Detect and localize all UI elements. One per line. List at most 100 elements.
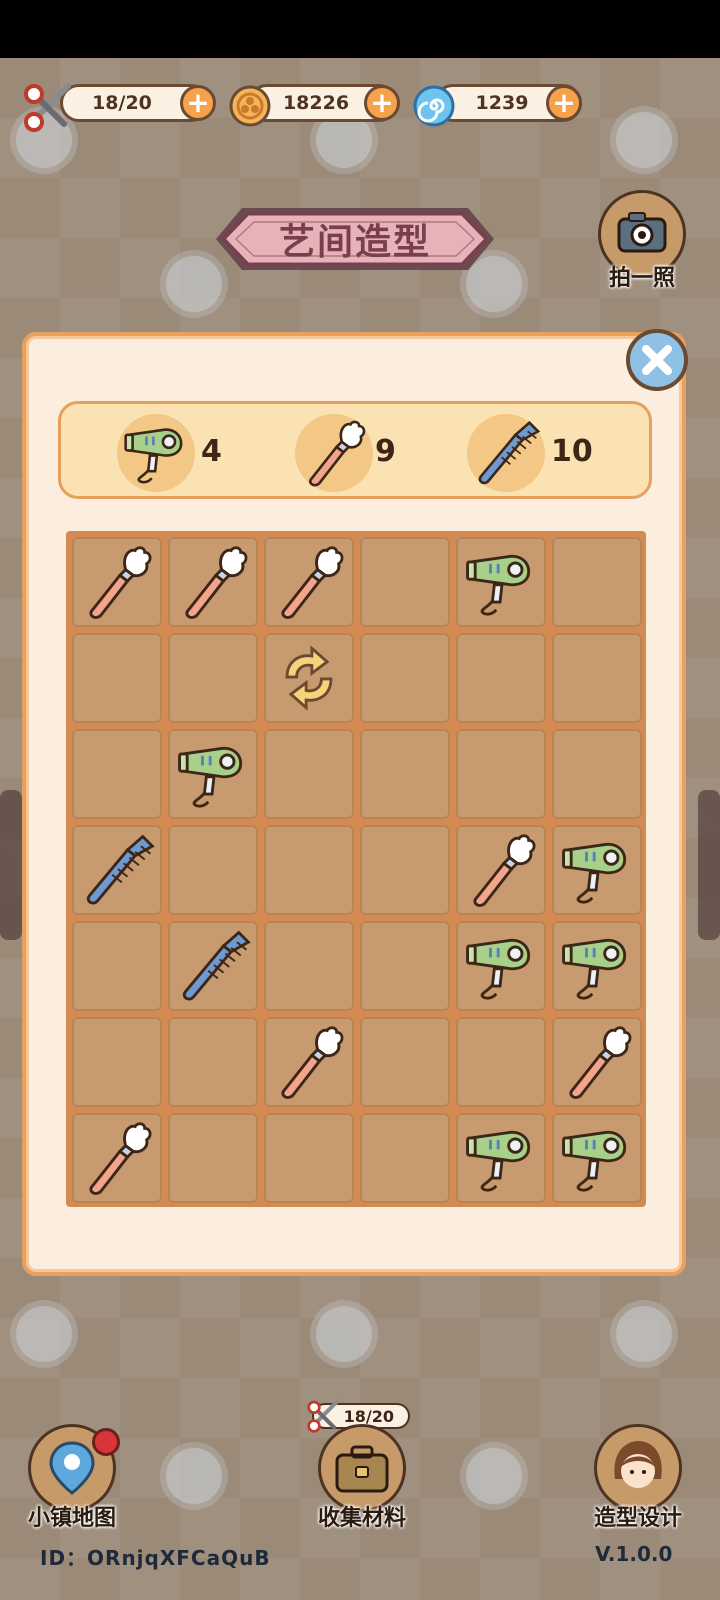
board-cell[interactable] bbox=[360, 537, 450, 627]
makeup-brush-icon bbox=[266, 1019, 352, 1105]
comb-icon bbox=[170, 923, 256, 1009]
board-cell[interactable] bbox=[552, 537, 642, 627]
resource-gems: 1239 + bbox=[412, 84, 592, 127]
sun-decoration-icon bbox=[616, 112, 672, 168]
add-gems-button[interactable]: + bbox=[546, 85, 582, 121]
board-cell[interactable] bbox=[72, 729, 162, 819]
board-cell[interactable] bbox=[264, 537, 354, 627]
hair-dryer-icon bbox=[458, 539, 544, 625]
resource-scissors: 18/20 + bbox=[22, 83, 222, 132]
board-cell[interactable] bbox=[360, 633, 450, 723]
scissors-icon bbox=[22, 80, 76, 138]
sun-decoration-icon bbox=[16, 1306, 72, 1362]
hair-dryer-icon bbox=[458, 923, 544, 1009]
board-cell[interactable] bbox=[72, 1017, 162, 1107]
coin-count: 18226 bbox=[282, 92, 350, 114]
sun-decoration-icon bbox=[316, 1306, 372, 1362]
refresh-icon bbox=[266, 635, 352, 721]
goal-bar: 4 9 10 bbox=[58, 401, 652, 499]
spiral-gem-icon bbox=[412, 84, 456, 132]
status-bar bbox=[0, 0, 720, 58]
board-cell[interactable] bbox=[168, 537, 258, 627]
goal-comb: 10 bbox=[467, 414, 607, 492]
town-map-label: 小镇地图 bbox=[27, 1506, 116, 1531]
photo-button-label: 拍一照 bbox=[608, 266, 675, 291]
board-cell[interactable] bbox=[456, 1017, 546, 1107]
board-cell[interactable] bbox=[456, 921, 546, 1011]
sun-decoration-icon bbox=[166, 1448, 222, 1504]
notification-dot bbox=[92, 1428, 120, 1456]
goal-hair-dryer: 4 bbox=[117, 414, 247, 492]
board-cell[interactable] bbox=[264, 1017, 354, 1107]
board-cell[interactable] bbox=[456, 729, 546, 819]
add-coins-button[interactable]: + bbox=[364, 85, 400, 121]
hair-dryer-icon bbox=[554, 923, 640, 1009]
board-cell[interactable] bbox=[264, 633, 354, 723]
board-cell[interactable] bbox=[264, 729, 354, 819]
style-design-button[interactable]: 造型设计 bbox=[588, 1424, 688, 1534]
hair-dryer-icon bbox=[554, 1115, 640, 1201]
makeup-brush-icon bbox=[458, 827, 544, 913]
coin-icon bbox=[228, 84, 272, 132]
collect-materials-label: 收集材料 bbox=[317, 1506, 406, 1531]
board-cell[interactable] bbox=[456, 1113, 546, 1203]
board-cell[interactable] bbox=[456, 537, 546, 627]
board-cell[interactable] bbox=[360, 1017, 450, 1107]
board-cell[interactable] bbox=[552, 825, 642, 915]
hair-dryer-icon bbox=[170, 731, 256, 817]
style-design-label: 造型设计 bbox=[593, 1506, 682, 1531]
makeup-brush-icon bbox=[295, 414, 373, 492]
plus-icon: + bbox=[552, 86, 576, 119]
board-cell[interactable] bbox=[552, 921, 642, 1011]
board-cell[interactable] bbox=[264, 1113, 354, 1203]
page-title: 艺间造型 bbox=[278, 222, 431, 263]
makeup-brush-icon bbox=[74, 1115, 160, 1201]
hair-dryer-icon bbox=[117, 414, 195, 492]
board-cell[interactable] bbox=[264, 825, 354, 915]
board-cell[interactable] bbox=[360, 825, 450, 915]
board-cell[interactable] bbox=[456, 633, 546, 723]
board-cell[interactable] bbox=[552, 1113, 642, 1203]
collect-materials-button[interactable]: 收集材料 bbox=[312, 1424, 412, 1534]
goal-count: 4 bbox=[201, 434, 222, 469]
hair-dryer-icon bbox=[554, 827, 640, 913]
close-icon bbox=[642, 345, 672, 375]
board-cell[interactable] bbox=[72, 537, 162, 627]
game-board bbox=[66, 531, 646, 1207]
goal-count: 9 bbox=[375, 434, 396, 469]
board-cell[interactable] bbox=[72, 825, 162, 915]
board-cell[interactable] bbox=[72, 921, 162, 1011]
board-cell[interactable] bbox=[168, 633, 258, 723]
scissors-count: 18/20 bbox=[92, 92, 152, 114]
add-scissors-button[interactable]: + bbox=[180, 85, 216, 121]
hair-dryer-icon bbox=[458, 1115, 544, 1201]
board-cell[interactable] bbox=[264, 921, 354, 1011]
board-cell[interactable] bbox=[360, 1113, 450, 1203]
plus-icon: + bbox=[370, 86, 394, 119]
photo-button[interactable]: 拍一照 bbox=[596, 190, 688, 300]
mannequin-decoration bbox=[0, 790, 22, 940]
board-cell[interactable] bbox=[552, 633, 642, 723]
title-banner: 艺间造型 bbox=[196, 194, 514, 284]
board-cell[interactable] bbox=[168, 825, 258, 915]
board-cell[interactable] bbox=[360, 921, 450, 1011]
town-map-button[interactable]: 小镇地图 bbox=[22, 1424, 122, 1534]
board-cell[interactable] bbox=[72, 633, 162, 723]
board-cell[interactable] bbox=[72, 1113, 162, 1203]
resource-coins: 18226 + bbox=[228, 84, 408, 127]
comb-icon bbox=[74, 827, 160, 913]
avatar-icon bbox=[614, 1441, 662, 1488]
board-cell[interactable] bbox=[168, 729, 258, 819]
close-button[interactable] bbox=[626, 329, 688, 391]
board-cell[interactable] bbox=[456, 825, 546, 915]
board-cell[interactable] bbox=[168, 921, 258, 1011]
player-id: ID：ORnjqXFCaQuB bbox=[40, 1546, 271, 1570]
plus-icon: + bbox=[186, 86, 210, 119]
board-cell[interactable] bbox=[168, 1017, 258, 1107]
gem-count: 1239 bbox=[475, 92, 529, 114]
board-cell[interactable] bbox=[552, 1017, 642, 1107]
goal-count: 10 bbox=[551, 434, 593, 469]
board-cell[interactable] bbox=[552, 729, 642, 819]
board-cell[interactable] bbox=[168, 1113, 258, 1203]
board-cell[interactable] bbox=[360, 729, 450, 819]
